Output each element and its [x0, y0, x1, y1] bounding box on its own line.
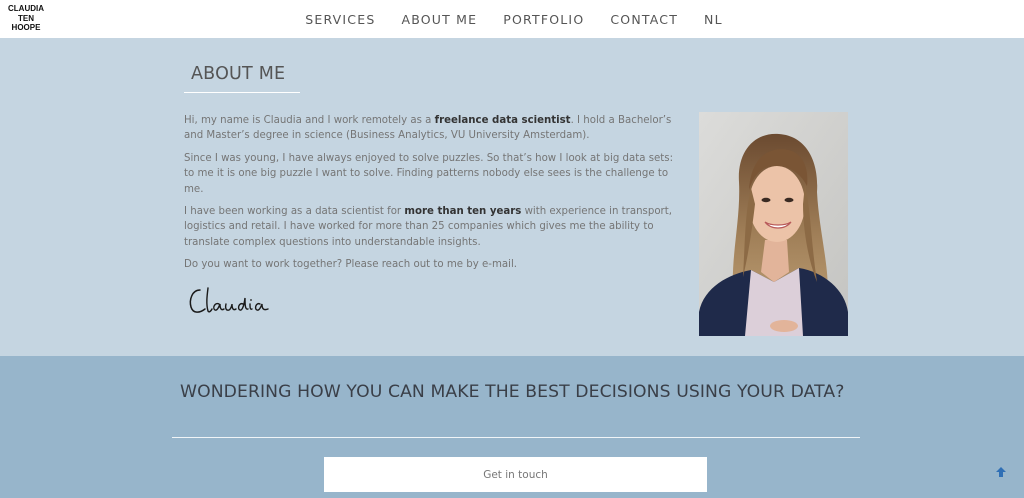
about-paragraph-1: Hi, my name is Claudia and I work remote…: [184, 113, 678, 144]
about-p1-highlight: freelance data scientist: [434, 115, 571, 126]
about-title-underline: ABOUT ME: [184, 62, 300, 93]
about-paragraph-4: Do you want to work together? Please rea…: [184, 259, 518, 271]
about-p3-text-a: I have been working as a data scientist …: [184, 206, 405, 218]
nav-services[interactable]: SERVICES: [305, 12, 375, 27]
nav-contact[interactable]: CONTACT: [610, 12, 678, 27]
about-section: ABOUT ME Hi, my name is Claudia and I wo…: [0, 38, 1024, 356]
cta-divider: [172, 437, 860, 438]
profile-photo: [699, 112, 848, 336]
about-title: ABOUT ME: [191, 64, 286, 84]
about-paragraph-3: I have been working as a data scientist …: [184, 204, 678, 250]
about-p1-text-a: Hi, my name is Claudia and I work remote…: [184, 115, 435, 126]
get-in-touch-button[interactable]: Get in touch: [324, 457, 707, 492]
cta-heading: WONDERING HOW YOU CAN MAKE THE BEST DECI…: [180, 382, 845, 402]
site-header: CLAUDIA TEN HOOPE SERVICES ABOUT ME PORT…: [0, 0, 1024, 38]
arrow-up-icon[interactable]: [994, 465, 1008, 479]
about-text: Hi, my name is Claudia and I work remote…: [184, 113, 678, 280]
nav-language-nl[interactable]: NL: [704, 12, 723, 27]
cta-section: WONDERING HOW YOU CAN MAKE THE BEST DECI…: [0, 356, 1024, 498]
main-nav: SERVICES ABOUT ME PORTFOLIO CONTACT NL: [0, 0, 1024, 38]
about-paragraph-2: Since I was young, I have always enjoyed…: [184, 152, 674, 195]
nav-portfolio[interactable]: PORTFOLIO: [503, 12, 584, 27]
signature-image: [189, 287, 269, 313]
nav-about-me[interactable]: ABOUT ME: [401, 12, 477, 27]
about-p3-highlight: more than ten years: [404, 206, 522, 218]
